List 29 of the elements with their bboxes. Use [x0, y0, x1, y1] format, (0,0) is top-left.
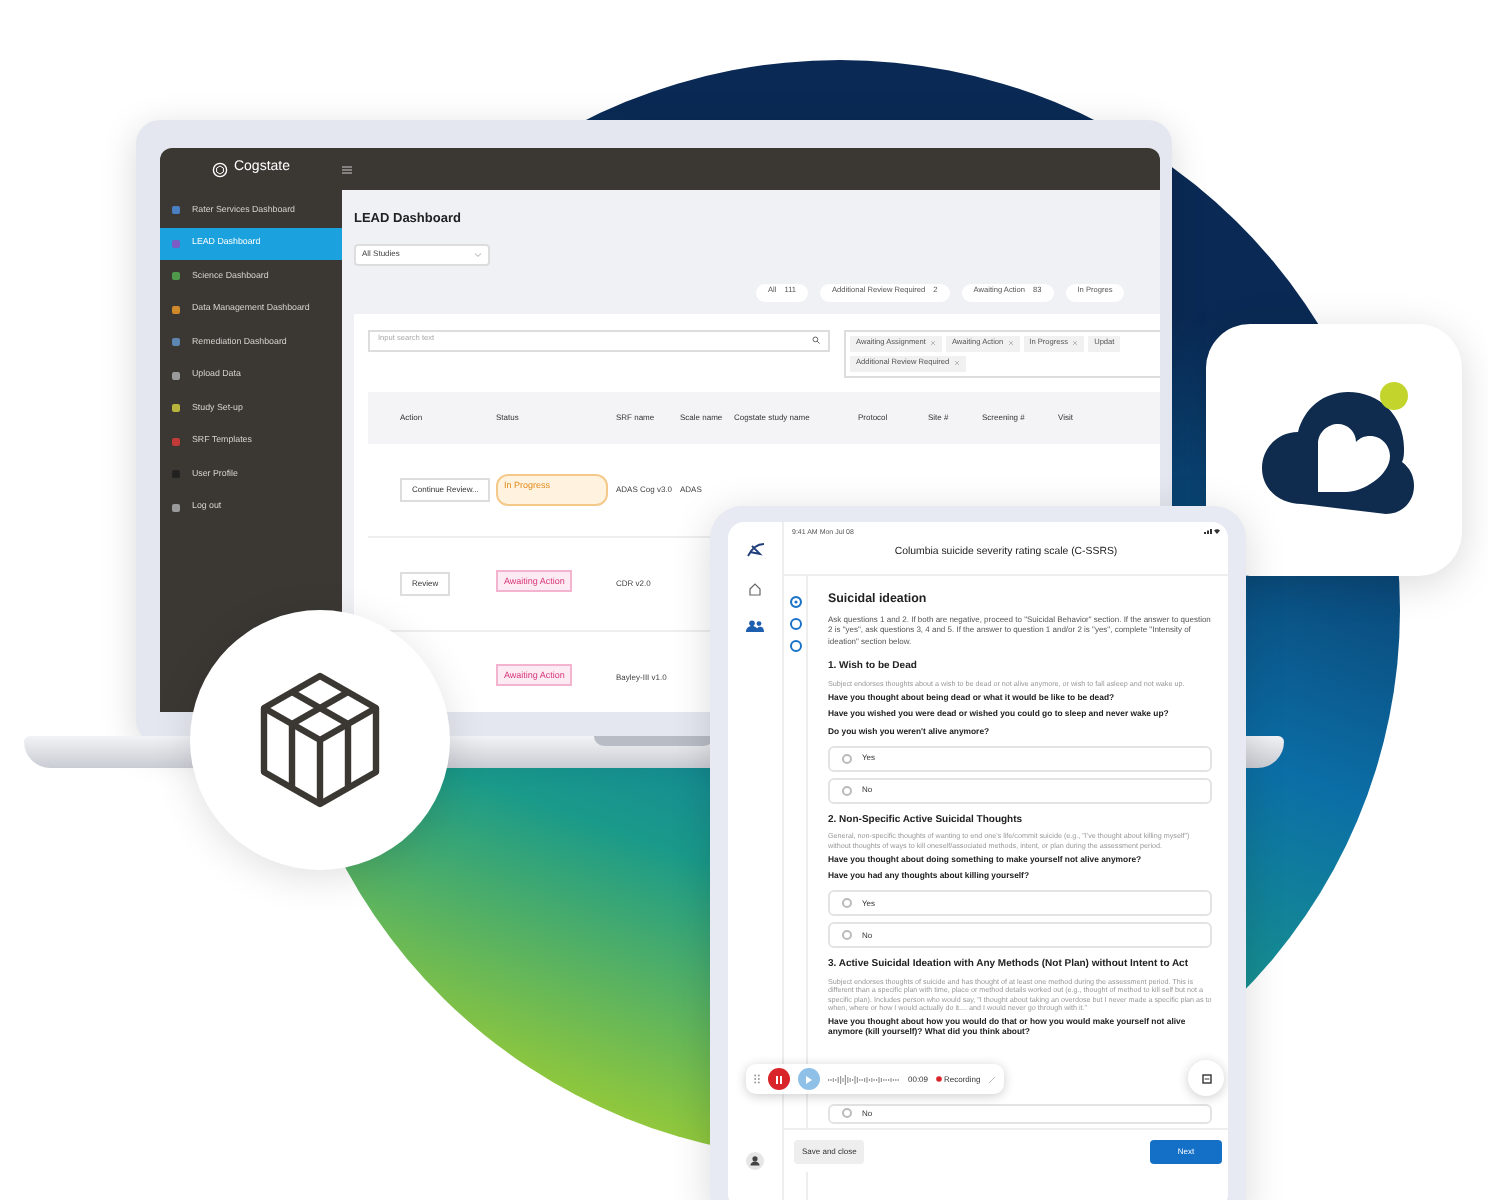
play-icon	[806, 1075, 812, 1083]
user-icon[interactable]	[746, 1152, 764, 1170]
pause-icon	[776, 1075, 782, 1083]
chat-button[interactable]	[1188, 1060, 1224, 1096]
home-icon[interactable]	[748, 582, 762, 596]
radio-button[interactable]	[842, 785, 852, 796]
signal-icon	[1204, 528, 1220, 534]
pause-button[interactable]	[768, 1068, 790, 1090]
close-icon[interactable]	[929, 340, 936, 347]
radio-button[interactable]	[842, 930, 852, 941]
search-icon	[812, 336, 820, 345]
close-icon[interactable]	[1007, 340, 1014, 347]
swirl-logo-icon	[745, 542, 765, 558]
radio-button[interactable]	[842, 898, 852, 909]
recording-dot-icon	[936, 1076, 943, 1082]
close-icon[interactable]	[1072, 340, 1079, 347]
play-button[interactable]	[798, 1068, 820, 1090]
note-icon	[1201, 1073, 1211, 1083]
cube-icon	[258, 672, 382, 808]
menu-icon[interactable]	[342, 165, 352, 173]
close-icon[interactable]	[953, 360, 960, 367]
radio-button[interactable]	[842, 753, 852, 764]
step-marker[interactable]	[789, 617, 801, 630]
chevron-icon	[474, 251, 482, 258]
people-icon[interactable]	[746, 620, 764, 632]
step-marker[interactable]	[789, 595, 801, 608]
logo-icon	[211, 161, 228, 177]
step-marker[interactable]	[789, 639, 801, 652]
radio-button[interactable]	[842, 1108, 852, 1119]
